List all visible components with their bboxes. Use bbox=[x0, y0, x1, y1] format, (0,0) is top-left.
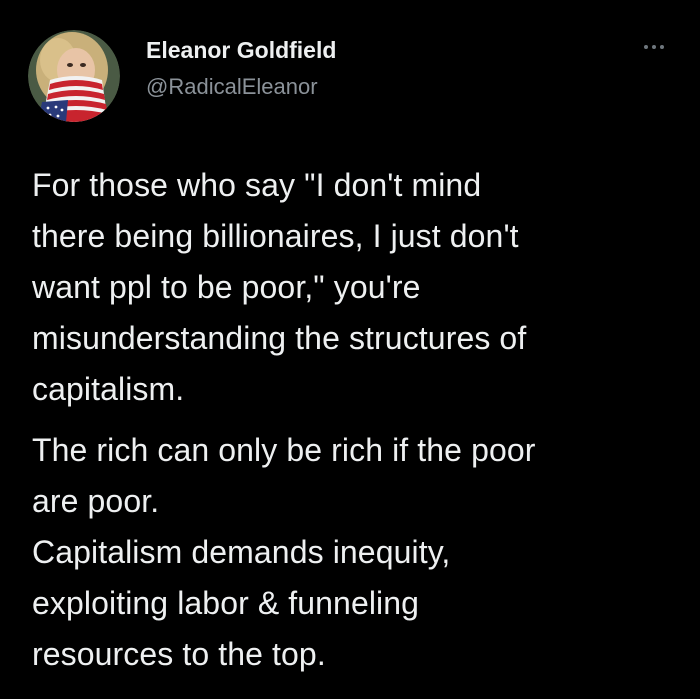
tweet-line: are poor. bbox=[32, 483, 160, 519]
tweet-line: misunderstanding the structures of bbox=[32, 320, 527, 356]
tweet-line: exploiting labor & funneling bbox=[32, 585, 420, 621]
avatar-image bbox=[28, 30, 120, 122]
tweet-text: For those who say "I don't mind there be… bbox=[32, 160, 672, 680]
author-handle[interactable]: @RadicalEleanor bbox=[146, 74, 318, 100]
tweet-line: there being billionaires, I just don't bbox=[32, 218, 519, 254]
dot bbox=[652, 45, 656, 49]
dot bbox=[660, 45, 664, 49]
tweet-line: Capitalism demands inequity, bbox=[32, 534, 451, 570]
tweet-paragraph: For those who say "I don't mind there be… bbox=[32, 160, 672, 415]
dot bbox=[644, 45, 648, 49]
tweet-line: want ppl to be poor," you're bbox=[32, 269, 421, 305]
tweet-line: The rich can only be rich if the poor bbox=[32, 432, 536, 468]
tweet-paragraph: The rich can only be rich if the poor ar… bbox=[32, 425, 672, 680]
tweet-line: capitalism. bbox=[32, 371, 185, 407]
tweet-line: For those who say "I don't mind bbox=[32, 167, 482, 203]
more-options-icon[interactable] bbox=[636, 36, 672, 58]
author-avatar[interactable] bbox=[28, 30, 120, 122]
author-display-name[interactable]: Eleanor Goldfield bbox=[146, 37, 336, 64]
tweet-line: resources to the top. bbox=[32, 636, 326, 672]
tweet-card: Eleanor Goldfield @RadicalEleanor For th… bbox=[0, 0, 700, 699]
